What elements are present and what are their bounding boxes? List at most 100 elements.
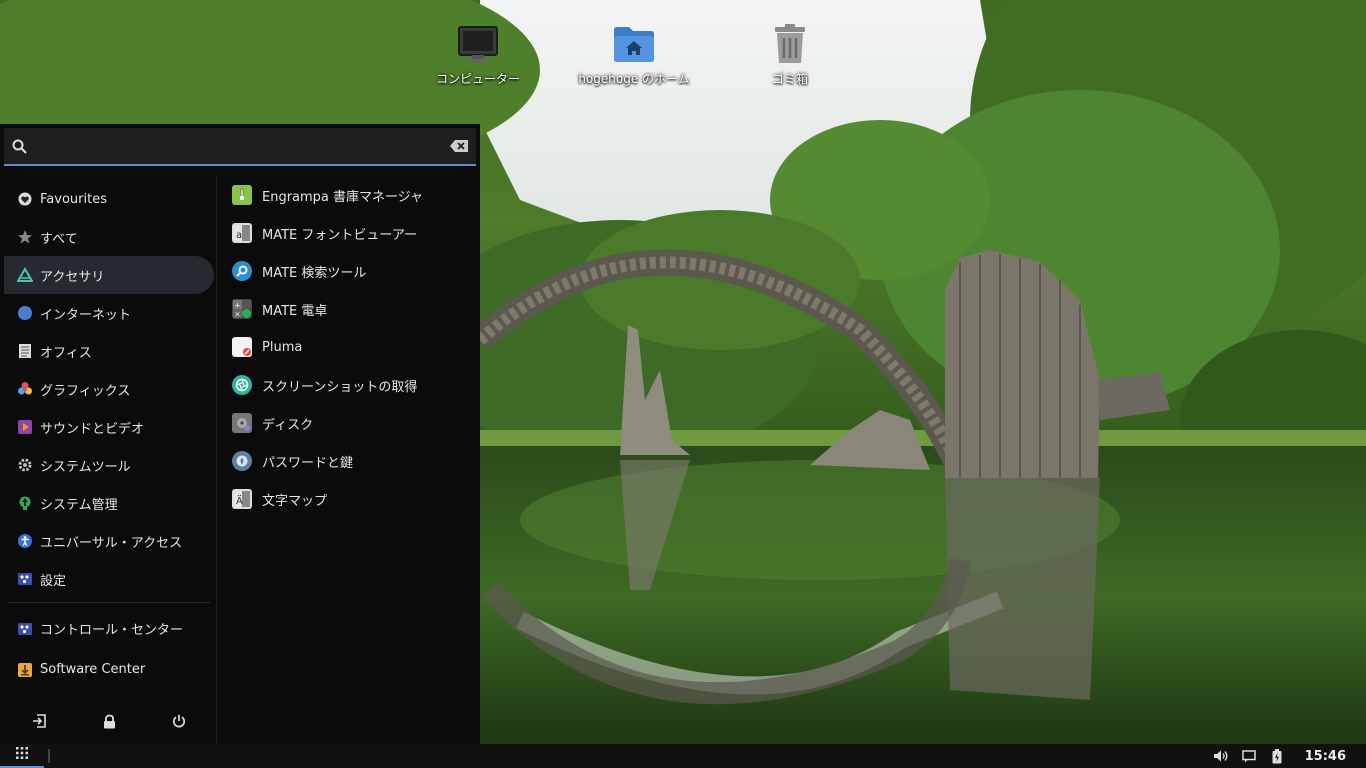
app-search-tool[interactable]: MATE 検索ツール [226,252,476,290]
panel-handle[interactable] [48,749,50,763]
application-menu: Favourites すべて アクセサリ インターネット オフィス グラフィック… [0,124,480,744]
menu-separator [8,602,210,603]
svg-text:Ä: Ä [236,494,243,507]
category-settings[interactable]: 設定 [4,560,214,598]
app-disks[interactable]: ディスク [226,404,476,442]
calculator-icon: + × [232,299,252,319]
control-center-item[interactable]: コントロール・センター [4,608,214,649]
software-center-item[interactable]: Software Center [4,649,214,690]
category-accessories[interactable]: アクセサリ [4,256,214,294]
app-label: 文字マップ [262,493,328,509]
app-calculator[interactable]: + × MATE 電卓 [226,290,476,328]
category-universal-access[interactable]: ユニバーサル・アクセス [4,522,214,560]
app-label: MATE 電卓 [262,303,328,319]
character-map-icon: Ä [232,489,252,509]
app-font-viewer[interactable]: a MATE フォントビューアー [226,214,476,252]
desktop-icon-computer[interactable]: コンピューター [408,22,548,87]
app-label: スクリーンショットの取得 [262,379,418,395]
app-pluma[interactable]: Pluma [226,328,476,366]
category-label: インターネット [40,307,132,323]
search-tool-icon [232,261,252,281]
application-list: Engrampa 書庫マネージャ a MATE フォントビューアー MATE 検… [226,176,476,518]
app-label: ディスク [262,417,314,433]
menu-button[interactable] [0,744,44,768]
category-internet[interactable]: インターネット [4,294,214,332]
menu-column-divider [216,176,217,744]
category-administration[interactable]: システム管理 [4,484,214,522]
software-center-icon [16,661,34,679]
app-grid-icon [16,747,28,763]
text-editor-icon [232,337,252,357]
logout-icon[interactable] [22,704,56,738]
category-system-tools[interactable]: システムツール [4,446,214,484]
category-sound-video[interactable]: サウンドとビデオ [4,408,214,446]
desktop-icon-label: ゴミ箱 [771,72,808,86]
accessories-icon [16,266,34,284]
system-tools-icon [16,456,34,474]
category-favourites[interactable]: Favourites [4,180,214,218]
app-character-map[interactable]: Ä 文字マップ [226,480,476,518]
notification-icon[interactable] [1235,744,1263,768]
screenshot-icon [232,375,252,395]
clear-search-icon[interactable] [442,127,476,165]
app-label: MATE フォントビューアー [262,227,418,243]
desktop-icon-label: コンピューター [435,72,520,86]
system-tray: 15:46 [1207,744,1366,768]
office-icon [16,342,34,360]
app-label: Pluma [262,339,303,355]
heart-icon [16,190,34,208]
category-label: すべて [40,231,78,247]
category-office[interactable]: オフィス [4,332,214,370]
bottom-panel: 15:46 [0,744,1366,768]
graphics-icon [16,380,34,398]
settings-icon [16,570,34,588]
home-folder-icon [612,22,656,66]
battery-icon[interactable] [1263,744,1291,768]
computer-icon [456,22,500,66]
category-label: アクセサリ [40,269,105,285]
lock-icon[interactable] [92,704,126,738]
desktop-icon-trash[interactable]: ゴミ箱 [720,22,860,87]
multimedia-icon [16,418,34,436]
desktop-icon-label: hogehoge のホーム [578,72,690,86]
category-label: システムツール [40,459,131,475]
svg-text:×: × [235,311,241,319]
category-graphics[interactable]: グラフィックス [4,370,214,408]
menu-search-input[interactable] [34,128,442,164]
volume-icon[interactable] [1207,744,1235,768]
control-center-icon [16,620,34,638]
category-label: Favourites [40,191,107,207]
desktop-icon-home[interactable]: hogehoge のホーム [564,22,704,87]
category-label: 設定 [40,573,67,589]
app-passwords[interactable]: パスワードと鍵 [226,442,476,480]
category-label: グラフィックス [40,383,131,399]
category-all[interactable]: すべて [4,218,214,256]
control-center-label: コントロール・センター [40,623,184,638]
archive-manager-icon [232,185,252,205]
panel-clock[interactable]: 15:46 [1291,749,1366,764]
accessibility-icon [16,532,34,550]
app-label: MATE 検索ツール [262,265,367,281]
star-icon [16,228,34,246]
category-label: サウンドとビデオ [40,421,145,437]
svg-text:a: a [236,230,242,241]
app-label: Engrampa 書庫マネージャ [262,189,424,205]
trash-icon [768,22,812,66]
app-label: パスワードと鍵 [262,455,354,471]
category-label: システム管理 [40,497,118,513]
administration-icon [16,494,34,512]
search-icon [4,127,34,165]
power-icon[interactable] [162,704,196,738]
passwords-keys-icon [232,451,252,471]
svg-text:+: + [235,302,241,310]
menu-search-bar [4,128,476,166]
font-viewer-icon: a [232,223,252,243]
category-label: オフィス [40,345,92,361]
app-engrampa[interactable]: Engrampa 書庫マネージャ [226,176,476,214]
disks-icon [232,413,252,433]
software-center-label: Software Center [40,662,146,677]
category-list: Favourites すべて アクセサリ インターネット オフィス グラフィック… [4,180,214,598]
app-screenshot[interactable]: スクリーンショットの取得 [226,366,476,404]
internet-icon [16,304,34,322]
category-label: ユニバーサル・アクセス [40,535,183,551]
